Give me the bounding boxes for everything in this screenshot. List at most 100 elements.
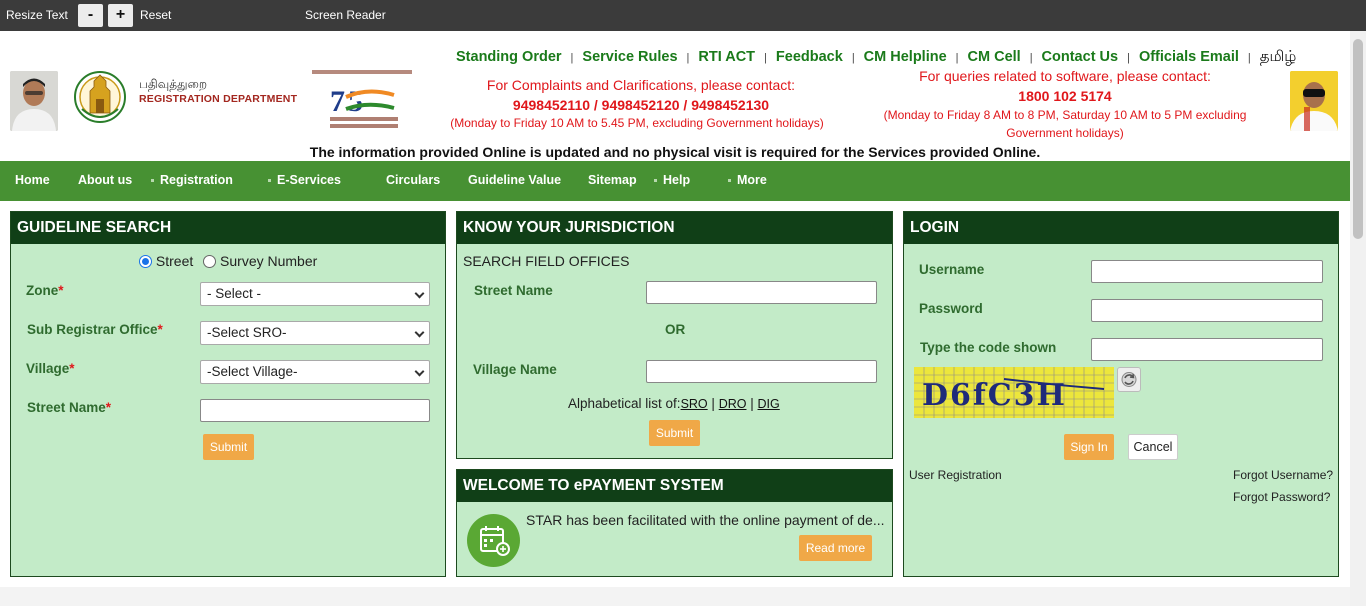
nav-about-us[interactable]: About us (78, 173, 132, 187)
epayment-description: STAR has been facilitated with the onlin… (526, 512, 885, 528)
zone-select[interactable]: - Select - (200, 282, 430, 306)
complaints-contact-title: For Complaints and Clarifications, pleas… (486, 77, 796, 93)
login-title: LOGIN (904, 212, 1338, 244)
calendar-payment-icon (467, 514, 520, 567)
main-navigation: Home About us Registration E-Services Ci… (0, 161, 1350, 201)
contact-us-link[interactable]: Contact Us (1042, 49, 1119, 65)
forgot-username-link[interactable]: Forgot Username? (1233, 468, 1333, 482)
dropdown-bullet-icon (728, 179, 731, 183)
nav-more[interactable]: More (728, 173, 767, 187)
guideline-search-panel: GUIDELINE SEARCH Street Survey Number Zo… (10, 211, 446, 577)
or-separator: OR (665, 322, 686, 337)
former-chief-minister-photo (1290, 71, 1338, 131)
sign-in-button[interactable]: Sign In (1064, 434, 1114, 460)
nav-help-label: Help (663, 173, 691, 187)
reset-text-button[interactable]: Reset (140, 8, 171, 22)
sro-select-value: -Select SRO- (207, 325, 287, 340)
cm-cell-link[interactable]: CM Cell (968, 49, 1021, 65)
sro-list-link[interactable]: SRO (681, 397, 708, 411)
chevron-down-icon (414, 288, 425, 299)
cm-helpline-link[interactable]: CM Helpline (864, 49, 947, 65)
jurisdiction-village-input[interactable] (646, 360, 877, 383)
alphabetical-list: Alphabetical list of:SRO | DRO | DIG (568, 396, 780, 411)
village-select-value: -Select Village- (207, 364, 298, 379)
nav-e-services[interactable]: E-Services (268, 173, 341, 187)
dropdown-bullet-icon (151, 179, 154, 183)
street-radio[interactable] (139, 255, 152, 268)
required-mark: * (105, 400, 112, 415)
jurisdiction-panel: KNOW YOUR JURISDICTION SEARCH FIELD OFFI… (456, 211, 893, 459)
epayment-panel: WELCOME TO ePAYMENT SYSTEM STAR has been… (456, 469, 893, 577)
jurisdiction-submit-button[interactable]: Submit (649, 420, 700, 446)
department-name-english: REGISTRATION DEPARTMENT (139, 93, 298, 105)
software-contact-title: For queries related to software, please … (919, 68, 1211, 84)
tamil-nadu-emblem-logo (74, 69, 126, 127)
refresh-icon (1121, 372, 1137, 387)
site-header: பதிவுத்துறை REGISTRATION DEPARTMENT 7 5 … (0, 31, 1350, 161)
jurisdiction-title: KNOW YOUR JURISDICTION (457, 212, 892, 244)
jurisdiction-street-input[interactable] (646, 281, 877, 304)
nav-home[interactable]: Home (15, 173, 50, 187)
feedback-link[interactable]: Feedback (776, 49, 843, 65)
login-panel: LOGIN Username Password Type the code sh… (903, 211, 1339, 577)
search-field-offices-heading: SEARCH FIELD OFFICES (463, 253, 630, 269)
required-mark: * (58, 283, 64, 298)
nav-more-label: More (737, 173, 767, 187)
accessibility-bar: Resize Text - + Reset Screen Reader (0, 0, 1366, 31)
standing-order-link[interactable]: Standing Order (456, 49, 562, 65)
officials-email-link[interactable]: Officials Email (1139, 49, 1239, 65)
street-name-label: Street Name* (27, 400, 111, 415)
nav-registration[interactable]: Registration (151, 173, 233, 187)
tamil-language-link[interactable]: தமிழ் (1260, 48, 1297, 65)
guideline-submit-button[interactable]: Submit (203, 434, 254, 460)
sro-label-text: Sub Registrar Office (27, 322, 158, 337)
forgot-password-link[interactable]: Forgot Password? (1233, 490, 1330, 504)
survey-number-radio-option[interactable]: Survey Number (203, 253, 317, 269)
cancel-button[interactable]: Cancel (1128, 434, 1178, 460)
software-hours: (Monday to Friday 8 AM to 8 PM, Saturday… (883, 108, 1247, 140)
refresh-captcha-button[interactable] (1117, 367, 1141, 392)
nav-registration-label: Registration (160, 173, 233, 187)
nav-e-services-label: E-Services (277, 173, 341, 187)
street-radio-option[interactable]: Street (139, 253, 193, 269)
sro-select[interactable]: -Select SRO- (200, 321, 430, 345)
department-name-tamil: பதிவுத்துறை (139, 77, 207, 91)
rti-act-link[interactable]: RTI ACT (698, 49, 755, 65)
user-registration-link[interactable]: User Registration (909, 468, 1002, 482)
password-input[interactable] (1091, 299, 1323, 322)
read-more-button[interactable]: Read more (799, 535, 872, 561)
captcha-input[interactable] (1091, 338, 1323, 361)
increase-text-button[interactable]: + (108, 4, 133, 27)
password-label: Password (919, 301, 983, 316)
jurisdiction-village-label: Village Name (473, 362, 557, 377)
guideline-street-name-input[interactable] (200, 399, 430, 422)
zone-label: Zone* (26, 283, 64, 298)
zone-select-value: - Select - (207, 286, 262, 301)
chevron-down-icon (414, 366, 425, 377)
dig-list-link[interactable]: DIG (758, 397, 780, 411)
required-mark: * (157, 322, 163, 337)
page-scrollbar[interactable] (1350, 31, 1366, 606)
decrease-text-button[interactable]: - (78, 4, 103, 27)
street-radio-label: Street (155, 253, 194, 269)
chief-minister-photo (10, 71, 58, 131)
nav-guideline-value[interactable]: Guideline Value (468, 173, 561, 187)
username-input[interactable] (1091, 260, 1323, 283)
service-rules-link[interactable]: Service Rules (582, 49, 677, 65)
nav-help[interactable]: Help (654, 173, 690, 187)
search-type-radio-group: Street Survey Number (139, 253, 317, 269)
guideline-search-title: GUIDELINE SEARCH (11, 212, 445, 244)
nav-sitemap[interactable]: Sitemap (588, 173, 637, 187)
svg-text:7: 7 (330, 85, 345, 118)
dro-list-link[interactable]: DRO (719, 397, 747, 411)
street-name-label-text: Street Name (27, 400, 106, 415)
sro-label: Sub Registrar Office* (27, 322, 163, 337)
survey-number-radio[interactable] (203, 255, 217, 268)
software-phone-number: 1800 102 5174 (1018, 88, 1112, 104)
nav-circulars[interactable]: Circulars (386, 173, 440, 187)
zone-label-text: Zone (26, 283, 59, 298)
jurisdiction-street-label: Street Name (474, 283, 553, 298)
village-select[interactable]: -Select Village- (200, 360, 430, 384)
scrollbar-thumb[interactable] (1353, 39, 1363, 239)
screen-reader-link[interactable]: Screen Reader (305, 8, 386, 22)
